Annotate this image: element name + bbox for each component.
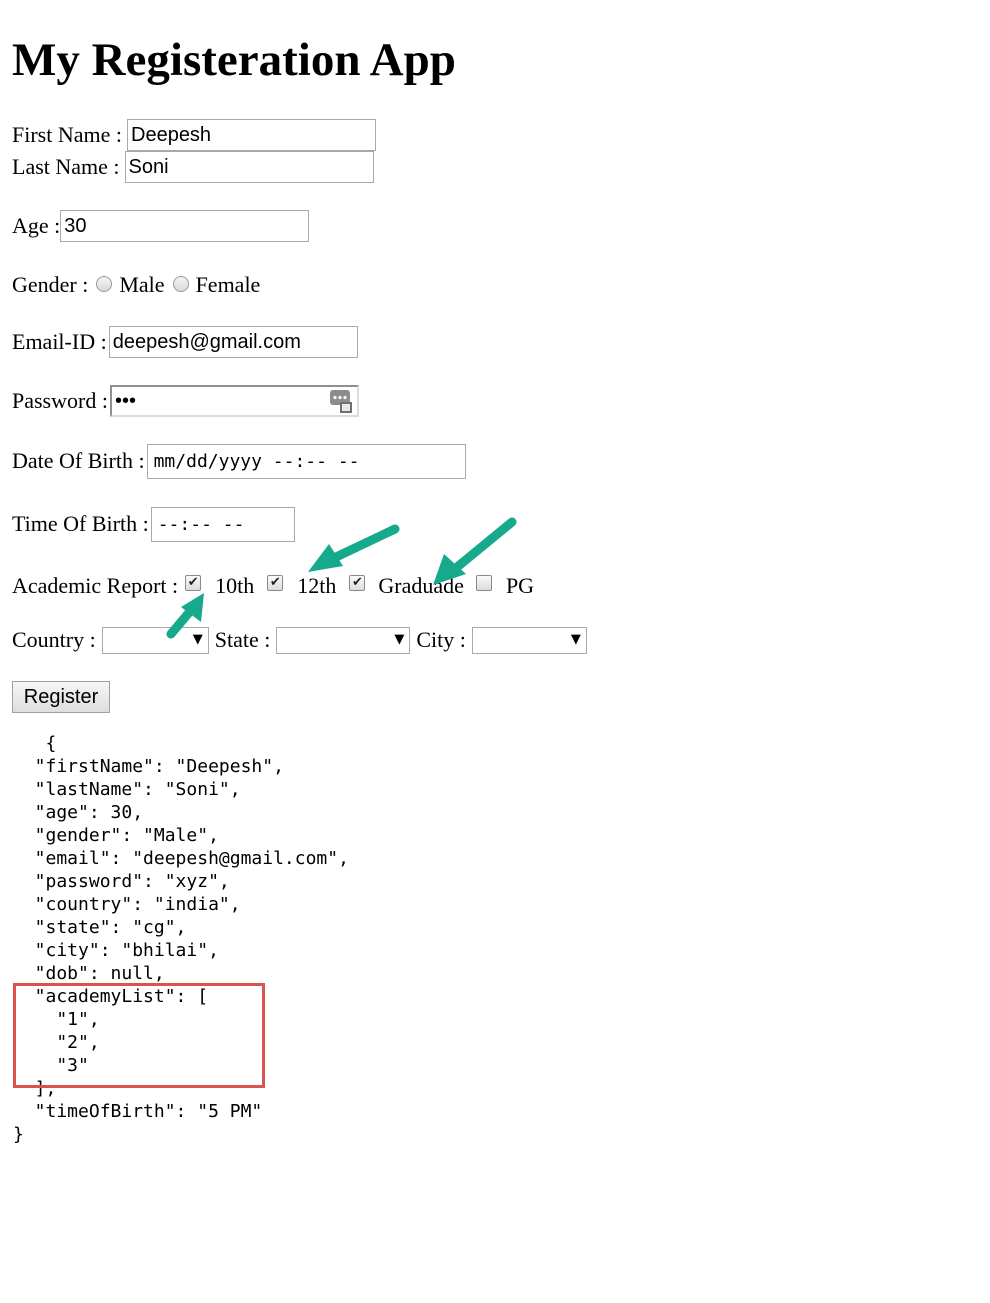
- academic-pg-checkbox[interactable]: [475, 575, 492, 591]
- academic-graduade-checkbox[interactable]: ✔: [349, 575, 366, 591]
- age-label: Age :: [12, 213, 61, 238]
- academic-pg-label: PG: [505, 573, 535, 598]
- gender-female-radio[interactable]: [172, 276, 189, 292]
- gender-label: Gender :: [12, 272, 89, 297]
- dob-row: Date Of Birth : mm/dd/yyyy --:-- --: [12, 443, 466, 479]
- password-label: Password :: [12, 388, 108, 413]
- email-input[interactable]: [108, 326, 358, 358]
- last-name-input[interactable]: [124, 151, 374, 183]
- chevron-down-icon: ▼: [394, 631, 405, 647]
- arrow-head-12th: [308, 544, 343, 572]
- age-row: Age :: [12, 209, 310, 243]
- academic-10th-checkbox[interactable]: ✔: [185, 575, 202, 591]
- password-input[interactable]: [109, 385, 359, 417]
- last-name-label: Last Name :: [12, 154, 120, 179]
- password-row: Password :: [12, 384, 359, 418]
- email-label: Email-ID :: [12, 329, 107, 354]
- location-row: Country : ▼ State : ▼ City : ▼: [12, 623, 587, 657]
- city-label: City :: [416, 627, 466, 652]
- country-select[interactable]: ▼: [101, 626, 209, 654]
- country-label: Country :: [12, 627, 96, 652]
- academic-graduade-label: Graduade: [378, 573, 464, 598]
- first-name-input[interactable]: [127, 119, 376, 151]
- chevron-down-icon: ▼: [192, 631, 203, 647]
- tob-label: Time Of Birth :: [12, 511, 149, 536]
- academic-row: Academic Report : ✔ 10th ✔ 12th ✔ Gradua…: [12, 569, 534, 603]
- academic-10th-label: 10th: [215, 573, 255, 598]
- gender-row: Gender : Male Female: [12, 268, 260, 302]
- tob-row: Time Of Birth : --:-- --: [12, 506, 295, 542]
- academic-label: Academic Report :: [12, 573, 179, 598]
- dob-input[interactable]: mm/dd/yyyy --:-- --: [146, 443, 466, 479]
- academic-12th-checkbox[interactable]: ✔: [267, 575, 284, 591]
- chevron-down-icon: ▼: [570, 631, 581, 647]
- email-row: Email-ID :: [12, 325, 358, 359]
- password-field: [109, 385, 359, 417]
- arrow-graduade: [451, 517, 517, 573]
- gender-male-radio[interactable]: [96, 276, 113, 292]
- gender-female-label: Female: [195, 272, 261, 297]
- highlight-box: [13, 983, 265, 1088]
- gender-male-label: Male: [119, 272, 165, 297]
- age-input[interactable]: [60, 210, 310, 242]
- password-manager-icon[interactable]: [329, 388, 353, 414]
- first-name-row: First Name :: [12, 118, 376, 152]
- tob-input[interactable]: --:-- --: [150, 506, 295, 542]
- state-label: State :: [214, 627, 271, 652]
- academic-12th-label: 12th: [297, 573, 337, 598]
- page-title: My Registeration App: [12, 34, 456, 86]
- last-name-row: Last Name :: [12, 150, 374, 184]
- arrow-12th: [329, 524, 400, 563]
- city-select[interactable]: ▼: [471, 626, 587, 654]
- register-button[interactable]: Register: [12, 681, 110, 713]
- dob-label: Date Of Birth :: [12, 448, 145, 473]
- first-name-label: First Name :: [12, 122, 122, 147]
- state-select[interactable]: ▼: [276, 626, 411, 654]
